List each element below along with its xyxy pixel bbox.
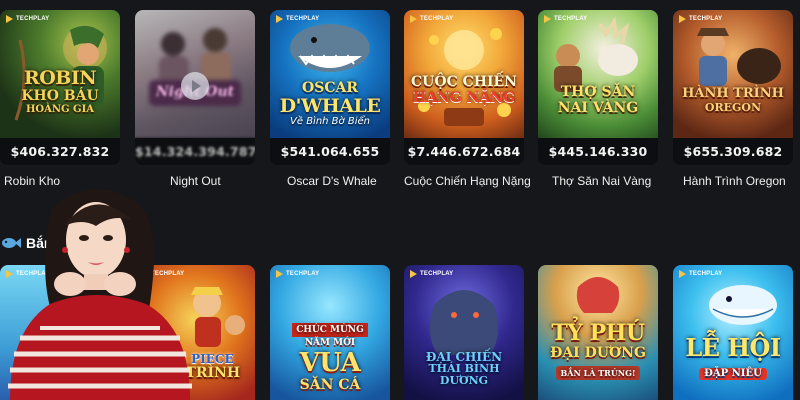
- game-logo-line: HÀNH TRÌNH: [682, 86, 784, 101]
- game-logo: CUỘC CHIẾN HẠNG NẶNG: [404, 74, 524, 106]
- game-card-tho-san[interactable]: TECHPLAY THỢ SĂN NAI VÀNG $445.146.330: [538, 10, 658, 165]
- techplay-logo-icon: [679, 15, 686, 23]
- game-name[interactable]: Oscar D's Whale: [287, 174, 417, 188]
- game-logo-line: ĐẶP NIÊU: [699, 368, 767, 380]
- game-logo-line: OSCAR: [302, 80, 358, 96]
- slot-games-row: TECHPLAY ROBIN KHO BÁU HOÀNG GIA $406.32…: [0, 10, 800, 190]
- game-logo: ĐẠI CHIẾN THÁI BÌNH DƯƠNG: [404, 351, 524, 387]
- game-logo-line: D'WHALE: [279, 95, 381, 117]
- provider-badge: TECHPLAY: [679, 270, 722, 278]
- game-logo-line: ROBIN: [23, 67, 97, 89]
- game-logo-line: ĐẠI DƯƠNG: [550, 345, 646, 361]
- techplay-logo-icon: [276, 15, 283, 23]
- game-logo-line: THÁI BÌNH DƯƠNG: [428, 362, 500, 387]
- techplay-logo-icon: [6, 15, 13, 23]
- fish-game-card[interactable]: TỶ PHÚ ĐẠI DƯƠNG BẮN LÀ TRÚNG!: [538, 265, 658, 400]
- moose-illustration: [554, 16, 638, 92]
- techplay-logo-icon: [410, 270, 417, 278]
- jackpot-amount: $445.146.330: [538, 138, 658, 165]
- oregon-illustration: [697, 28, 781, 86]
- game-name[interactable]: Cuộc Chiến Hạng Nặng: [404, 174, 534, 188]
- game-logo-line: LỄ HỘI: [685, 333, 781, 362]
- game-thumbnail: TECHPLAY HÀNH TRÌNH OREGON: [673, 10, 793, 138]
- game-logo: TỶ PHÚ ĐẠI DƯƠNG BẮN LÀ TRÚNG!: [538, 321, 658, 380]
- provider-badge: TECHPLAY: [276, 15, 319, 23]
- game-card-oscar-whale[interactable]: TECHPLAY OSCAR D'WHALE Về Bình Bờ Biển $…: [270, 10, 390, 165]
- game-logo-line: SĂN CÁ: [299, 377, 361, 393]
- game-logo-line: THỢ SĂN: [560, 84, 636, 100]
- play-icon[interactable]: [181, 72, 209, 100]
- provider-badge: TECHPLAY: [410, 270, 453, 278]
- game-logo-line: BẮN LÀ TRÚNG!: [555, 366, 641, 380]
- game-thumbnail: TECHPLAY CUỘC CHIẾN HẠNG NẶNG: [404, 10, 524, 138]
- fish-game-card[interactable]: TECHPLAY LỄ HỘI ĐẶP NIÊU: [673, 265, 793, 400]
- provider-badge-label: TECHPLAY: [689, 16, 723, 22]
- game-card-oregon[interactable]: TECHPLAY HÀNH TRÌNH OREGON $655.309.682: [673, 10, 793, 165]
- jackpot-amount: $655.309.682: [673, 138, 793, 165]
- game-logo-line: Về Bình Bờ Biển: [290, 116, 370, 127]
- fish-game-card[interactable]: TECHPLAY ĐẠI CHIẾN THÁI BÌNH DƯƠNG: [404, 265, 524, 400]
- provider-badge-label: TECHPLAY: [16, 16, 50, 22]
- game-logo-line: VUA: [299, 348, 361, 378]
- provider-badge: TECHPLAY: [276, 270, 319, 278]
- game-logo-line: NAI VÀNG: [557, 100, 639, 116]
- game-card-cuoc-chien[interactable]: TECHPLAY CUỘC CHIẾN HẠNG NẶNG $7.446.672…: [404, 10, 524, 165]
- mascot-image: [8, 189, 192, 400]
- provider-badge: TECHPLAY: [679, 15, 722, 23]
- game-logo: LỄ HỘI ĐẶP NIÊU: [673, 335, 793, 380]
- game-name[interactable]: Hành Trình Oregon: [683, 174, 800, 188]
- game-logo: ROBIN KHO BÁU HOÀNG GIA: [0, 68, 120, 116]
- provider-badge: TECHPLAY: [410, 15, 453, 23]
- provider-badge: TECHPLAY: [544, 15, 587, 23]
- game-card-robin[interactable]: TECHPLAY ROBIN KHO BÁU HOÀNG GIA $406.32…: [0, 10, 120, 165]
- provider-badge: TECHPLAY: [6, 15, 49, 23]
- techplay-logo-icon: [410, 15, 417, 23]
- game-logo: HÀNH TRÌNH OREGON: [673, 86, 793, 114]
- game-logo-line: HẠNG NẶNG: [412, 90, 516, 106]
- game-logo: OSCAR D'WHALE Về Bình Bờ Biển: [270, 80, 390, 128]
- game-thumbnail: TECHPLAY ROBIN KHO BÁU HOÀNG GIA: [0, 10, 120, 138]
- game-logo-line: HOÀNG GIA: [25, 104, 95, 115]
- game-logo-line: OREGON: [704, 101, 762, 114]
- game-logo: THỢ SĂN NAI VÀNG: [538, 84, 658, 116]
- game-thumbnail: TECHPLAY THỢ SĂN NAI VÀNG: [538, 10, 658, 138]
- provider-badge-label: TECHPLAY: [554, 16, 588, 22]
- jackpot-amount: $7.446.672.684: [404, 138, 524, 165]
- provider-badge-label: TECHPLAY: [420, 271, 454, 277]
- provider-badge-label: TECHPLAY: [286, 271, 320, 277]
- game-logo-line: CUỘC CHIẾN: [411, 74, 517, 90]
- game-thumbnail: TECHPLAY OSCAR D'WHALE Về Bình Bờ Biển: [270, 10, 390, 138]
- techplay-logo-icon: [679, 270, 686, 278]
- game-logo: CHÚC MỪNG NĂM MỚI VUA SĂN CÁ: [270, 317, 390, 393]
- game-logo-line: KHO BÁU: [21, 88, 99, 104]
- jackpot-amount: $541.064.655: [270, 138, 390, 165]
- techplay-logo-icon: [544, 15, 551, 23]
- provider-badge-label: TECHPLAY: [420, 16, 454, 22]
- provider-badge-label: TECHPLAY: [286, 16, 320, 22]
- provider-badge-label: TECHPLAY: [689, 271, 723, 277]
- game-thumbnail: Night Out: [135, 10, 255, 138]
- jackpot-amount: $406.327.832: [0, 138, 120, 165]
- game-name[interactable]: Thợ Săn Nai Vàng: [552, 174, 682, 188]
- game-card-night-out[interactable]: Night Out $14.324.394.787: [135, 10, 255, 165]
- fish-game-card[interactable]: TECHPLAY CHÚC MỪNG NĂM MỚI VUA SĂN CÁ: [270, 265, 390, 400]
- game-logo-line: CHÚC MỪNG: [292, 323, 368, 337]
- game-logo-line: TỶ PHÚ: [551, 320, 645, 346]
- jackpot-amount: $14.324.394.787: [135, 138, 255, 165]
- techplay-logo-icon: [276, 270, 283, 278]
